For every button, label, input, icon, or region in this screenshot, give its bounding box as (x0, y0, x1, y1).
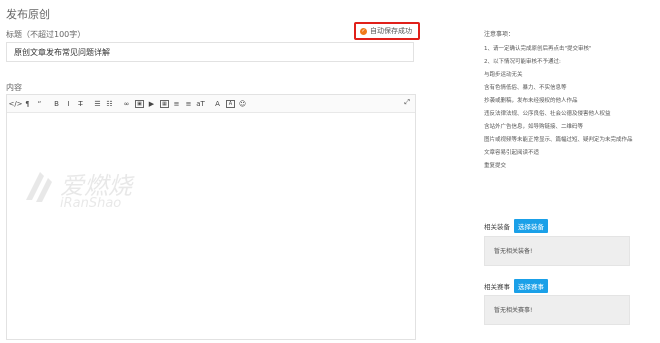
emoji-icon[interactable]: ☺ (237, 98, 248, 110)
watermark-text-en: iRanShao (60, 196, 122, 211)
watermark-logo-icon (26, 172, 52, 202)
related-gear-label: 相关装备 (484, 223, 510, 231)
paragraph-icon[interactable]: ¶ (22, 98, 33, 110)
note-item: 与跑步运动无关 (484, 72, 523, 78)
editor-body[interactable] (7, 113, 415, 339)
notes-list: 1、请一定确认完成原创后再点击"提交审核" 2、以下情况可能审核不予通过: 与跑步运… (484, 46, 644, 176)
table-icon[interactable]: ▦ (160, 99, 169, 108)
ordered-list-icon[interactable]: ☷ (104, 98, 115, 110)
title-input[interactable] (6, 42, 414, 62)
related-events-empty: 暂无相关赛事! (484, 295, 630, 325)
note-item: 含站外广告信息，如导购链接、二维码等 (484, 124, 584, 130)
font-color-icon[interactable]: A (212, 98, 223, 110)
strikethrough-icon[interactable]: T̶ (75, 98, 86, 110)
note-item: 重复提交 (484, 163, 507, 169)
italic-icon[interactable]: I (63, 98, 74, 110)
code-icon[interactable]: </> (8, 98, 22, 110)
note-item: 2、以下情况可能审核不予通过: (484, 59, 561, 65)
related-events-row: 相关赛事 选择赛事 (484, 279, 548, 293)
font-size-icon[interactable]: aT (195, 98, 206, 110)
page-title: 发布原创 (6, 8, 50, 21)
note-item: 含有色情低俗、暴力、不实信息等 (484, 85, 567, 91)
related-gear-empty: 暂无相关装备! (484, 236, 630, 266)
select-events-button[interactable]: 选择赛事 (514, 279, 548, 293)
fullscreen-icon[interactable]: ⤢ (404, 98, 410, 107)
align-center-icon[interactable]: ≡ (183, 98, 194, 110)
autosave-label: 自动保存成功 (370, 27, 412, 35)
editor-toolbar: </> ¶ “B I T̶ ☰ ☷ ∞ ▣ ▶ ▦ ≡ ≡ aT A A ☺ ⤢ (7, 95, 415, 113)
image-icon[interactable]: ▣ (135, 99, 144, 108)
notes-title: 注意事项： (484, 31, 515, 38)
note-item: 抄袭或删稿，发布未经授权的他人作品 (484, 98, 578, 104)
note-item: 图片或视频等未能正常显示、篇幅过短、疑判定为未完成作品 (484, 137, 633, 143)
select-gear-button[interactable]: 选择装备 (514, 219, 548, 233)
autosave-status: ✓ 自动保存成功 (354, 22, 420, 40)
title-field-label: 标题（不超过100字） (6, 30, 86, 39)
note-item: 违反法律法规、公序良俗、社会公德及侵害他人权益 (484, 111, 611, 117)
video-icon[interactable]: ▶ (146, 98, 157, 110)
note-item: 文章容易引起阅读不适 (484, 150, 540, 156)
note-item: 1、请一定确认完成原创后再点击"提交审核" (484, 46, 592, 52)
related-events-label: 相关赛事 (484, 283, 510, 291)
check-icon: ✓ (360, 27, 367, 35)
unordered-list-icon[interactable]: ☰ (92, 98, 103, 110)
background-color-icon[interactable]: A (226, 99, 235, 108)
bold-icon[interactable]: B (51, 98, 62, 110)
related-gear-row: 相关装备 选择装备 (484, 219, 548, 233)
align-left-icon[interactable]: ≡ (171, 98, 182, 110)
content-editor: </> ¶ “B I T̶ ☰ ☷ ∞ ▣ ▶ ▦ ≡ ≡ aT A A ☺ ⤢ (6, 94, 416, 340)
quote-icon[interactable]: “ (34, 98, 45, 110)
link-icon[interactable]: ∞ (121, 98, 132, 110)
content-field-label: 内容 (6, 83, 22, 92)
